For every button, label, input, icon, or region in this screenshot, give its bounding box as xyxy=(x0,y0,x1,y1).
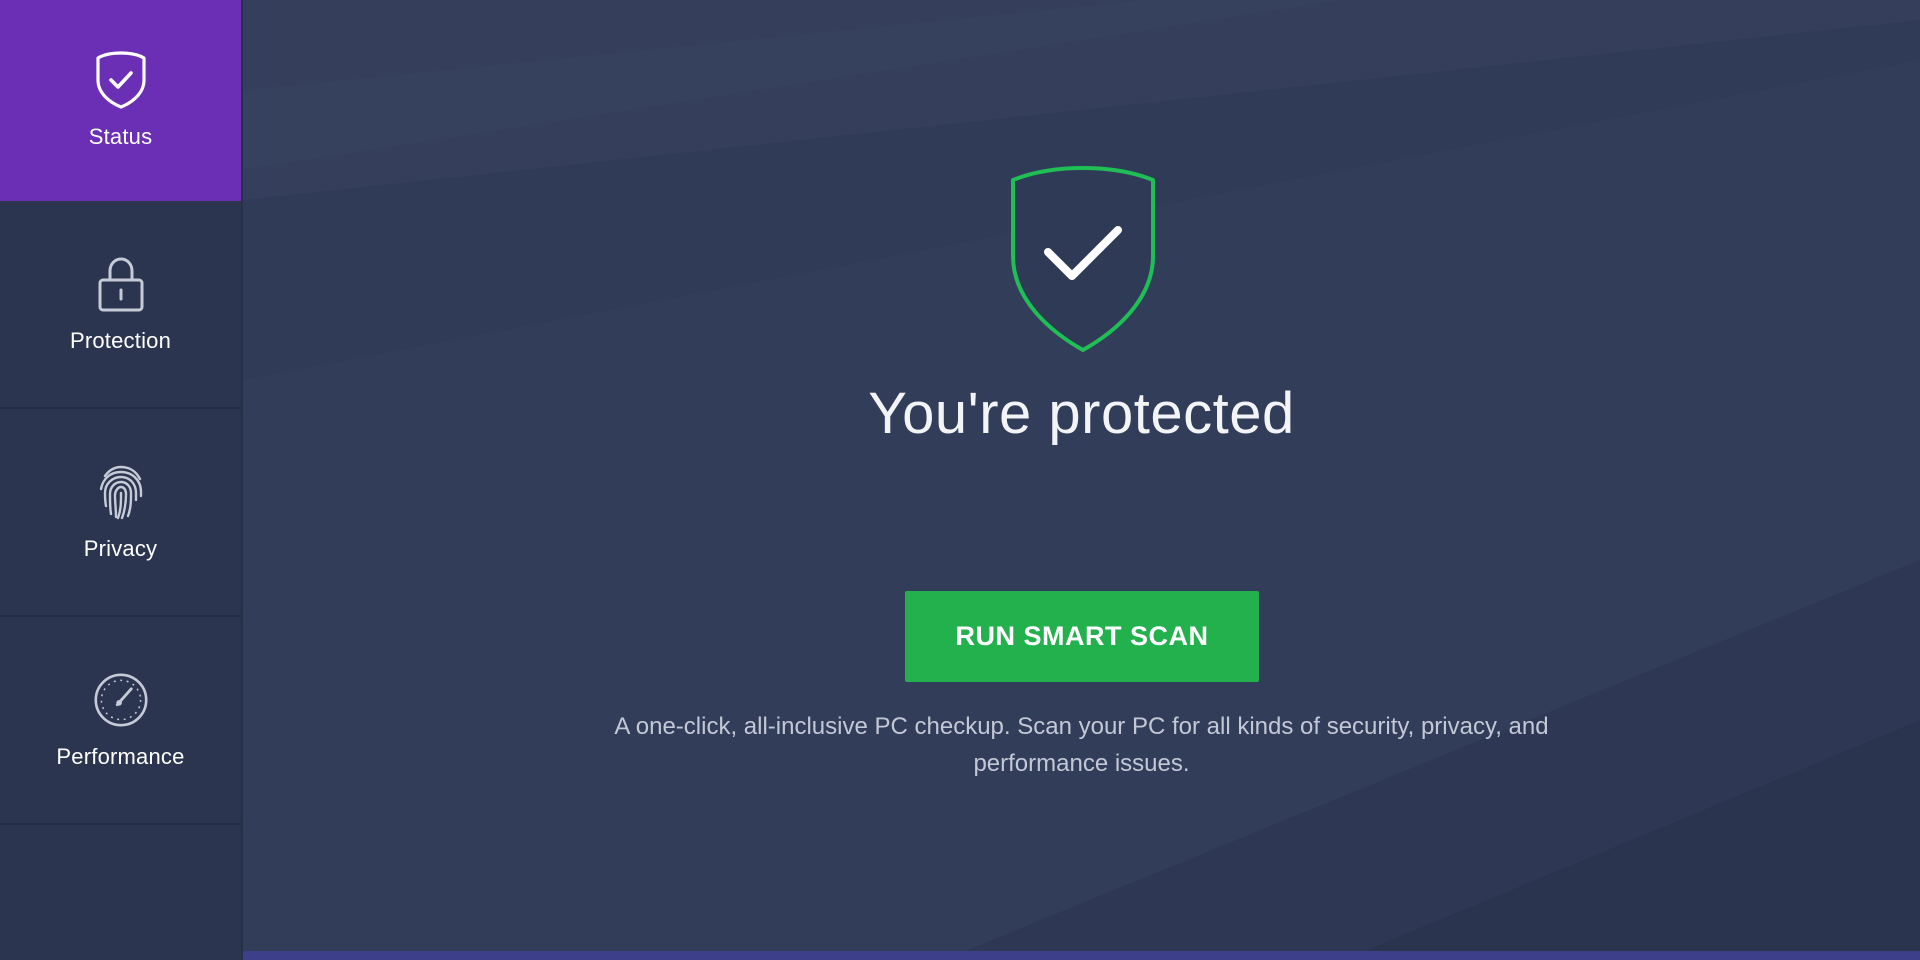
scan-description: A one-click, all-inclusive PC checkup. S… xyxy=(243,708,1920,782)
sidebar-item-privacy[interactable]: Privacy xyxy=(0,409,241,617)
sidebar-item-protection[interactable]: Protection xyxy=(0,201,241,409)
sidebar-item-performance[interactable]: Performance xyxy=(0,617,241,825)
run-smart-scan-button[interactable]: RUN SMART SCAN xyxy=(905,591,1259,682)
status-panel: You're protected RUN SMART SCAN A one-cl… xyxy=(243,0,1920,960)
lock-icon xyxy=(93,254,149,314)
sidebar-item-label: Status xyxy=(88,123,153,149)
sidebar-item-status[interactable]: Status xyxy=(0,0,241,201)
scan-description-line: performance issues. xyxy=(973,750,1190,777)
status-headline: You're protected xyxy=(868,381,1295,446)
shield-check-icon xyxy=(93,50,149,110)
sidebar-item-label: Performance xyxy=(56,744,185,769)
sidebar-item-label: Privacy xyxy=(83,536,158,561)
fingerprint-icon xyxy=(93,462,149,522)
sidebar-item-label: Protection xyxy=(69,328,172,353)
bottom-strip xyxy=(243,951,1920,960)
scan-description-line: A one-click, all-inclusive PC checkup. S… xyxy=(614,713,1549,740)
speedometer-icon xyxy=(93,670,149,730)
sidebar: Status Protection Privacy Performance xyxy=(0,0,243,960)
status-content: You're protected RUN SMART SCAN A one-cl… xyxy=(243,0,1920,960)
shield-check-icon xyxy=(1007,164,1159,354)
avast-app-window: Status Protection Privacy Performance Yo… xyxy=(0,0,1920,960)
sidebar-empty-area xyxy=(0,825,241,960)
